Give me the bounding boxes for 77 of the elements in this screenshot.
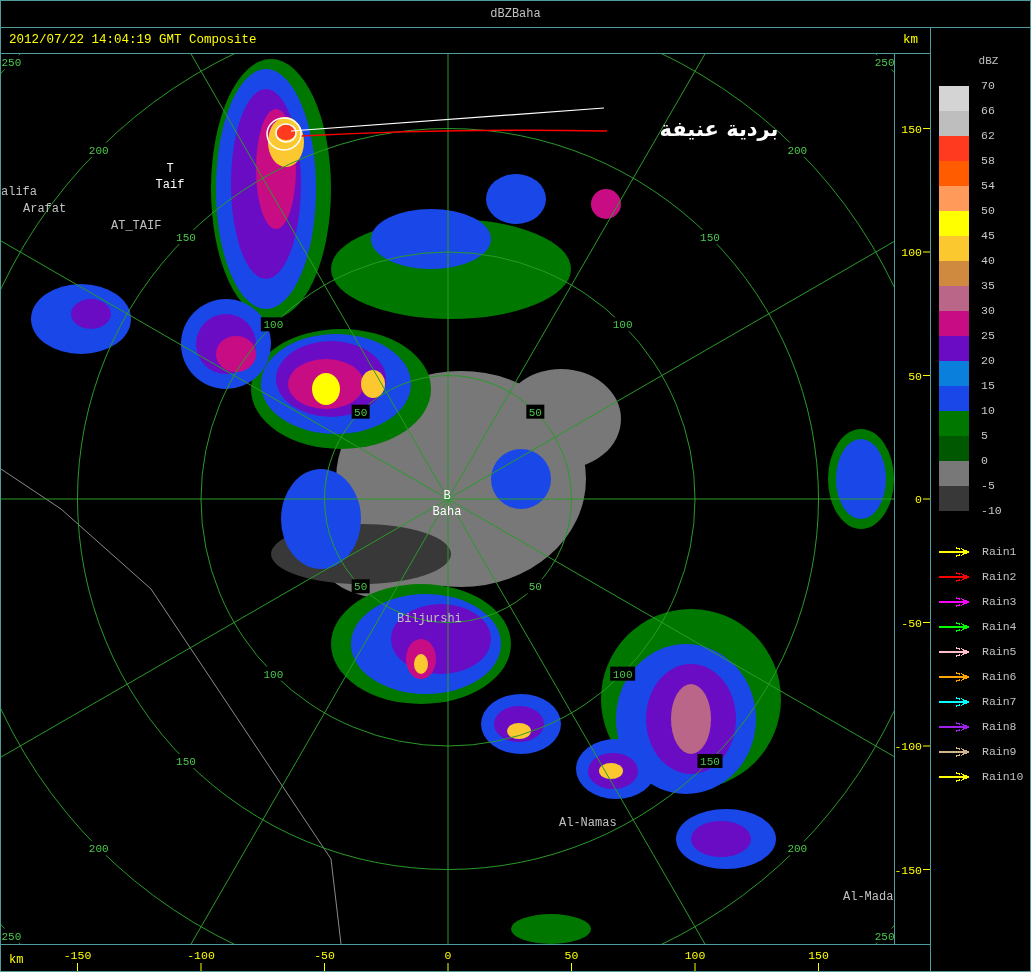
unit-label: km (903, 32, 918, 50)
legend-label: 30 (981, 305, 995, 317)
legend-label: 10 (981, 405, 995, 417)
range-ring-label: 50 (528, 406, 542, 419)
range-ring-label: 250 (874, 57, 894, 70)
legend-title: dBZ (978, 55, 999, 67)
track-label: Rain5 (982, 643, 1017, 660)
range-ring-label: 200 (88, 843, 109, 856)
legend-label: 62 (981, 130, 995, 142)
axis-tick-label: 100 (901, 246, 922, 259)
place-label: Al-Namas (559, 816, 617, 830)
place-label: Al-Mada (843, 890, 894, 904)
range-ring-label: 250 (1, 930, 22, 943)
station-marker: T (166, 162, 174, 176)
track-label: Rain3 (982, 593, 1017, 610)
place-label: Baha (432, 505, 462, 519)
place-label: Taif (155, 178, 185, 192)
axis-unit-label: km (9, 953, 24, 967)
legend-label: 5 (981, 430, 988, 442)
range-ring-label: 150 (700, 756, 720, 768)
range-ring-label: 250 (1, 57, 22, 70)
axis-tick-label: 100 (684, 949, 706, 962)
timestamp-label: 2012/07/22 14:04:19 GMT Composite (9, 32, 257, 50)
range-ring-label: 50 (354, 406, 368, 419)
legend-label: 66 (981, 105, 995, 117)
axis-tick-label: 50 (564, 949, 579, 962)
axis-tick-label: 0 (444, 949, 452, 962)
axis-tick-label: -100 (894, 740, 922, 753)
axis-tick-label: -50 (314, 949, 335, 962)
range-ring-label: 200 (787, 144, 808, 157)
range-ring-label: 50 (528, 581, 542, 594)
track-label: Rain2 (982, 568, 1017, 585)
place-label: AT_TAIF (111, 219, 162, 233)
legend-label: 0 (981, 455, 988, 467)
track-label: Rain8 (982, 718, 1017, 735)
range-ring-label: 200 (88, 144, 109, 157)
track-label: Rain10 (982, 768, 1024, 785)
range-ring-label: 100 (612, 319, 633, 332)
range-ring-label: 250 (874, 930, 894, 943)
map-annotation: بردية عنيفة (659, 117, 779, 141)
window-title: dBZBaha (490, 7, 541, 21)
legend-label: 70 (981, 80, 995, 92)
track-label: Rain6 (982, 668, 1017, 685)
track-label: Rain1 (982, 543, 1017, 560)
legend-label: 25 (981, 330, 995, 342)
axis-tick-label: -100 (187, 949, 215, 962)
legend-label: 45 (981, 230, 995, 242)
axis-tick-label: 150 (901, 122, 922, 136)
legend-label: -5 (981, 480, 995, 492)
legend-label: 20 (981, 355, 995, 367)
range-ring-label: 100 (263, 319, 284, 332)
station-marker: B (443, 489, 451, 503)
range-ring-label: 150 (700, 232, 720, 244)
legend-label: 40 (981, 255, 995, 267)
axis-tick-label: 50 (908, 369, 922, 383)
range-ring-label: 150 (176, 756, 196, 768)
range-ring-label: 200 (787, 843, 808, 856)
range-ring-label: 100 (263, 668, 284, 681)
legend-label: -10 (981, 505, 1002, 517)
place-label: alifa (1, 185, 37, 199)
axis-tick-label: 150 (808, 949, 829, 962)
legend-label: 58 (981, 155, 995, 167)
range-ring-label: 50 (354, 581, 368, 594)
legend-label: 50 (981, 205, 995, 217)
track-label: Rain9 (982, 743, 1017, 760)
axis-tick-label: -50 (901, 616, 922, 630)
axis-tick-label: -150 (63, 949, 92, 962)
legend-label: 35 (981, 280, 995, 292)
legend-label: 54 (981, 180, 995, 192)
legend-label: 15 (981, 380, 995, 392)
range-ring-label: 150 (176, 232, 196, 244)
axis-tick-label: 0 (915, 493, 922, 506)
track-label: Rain7 (982, 693, 1017, 710)
axis-tick-label: -150 (894, 863, 922, 877)
range-ring-label: 100 (612, 668, 633, 681)
track-label: Rain4 (982, 618, 1017, 635)
place-label: Arafat (23, 202, 67, 216)
